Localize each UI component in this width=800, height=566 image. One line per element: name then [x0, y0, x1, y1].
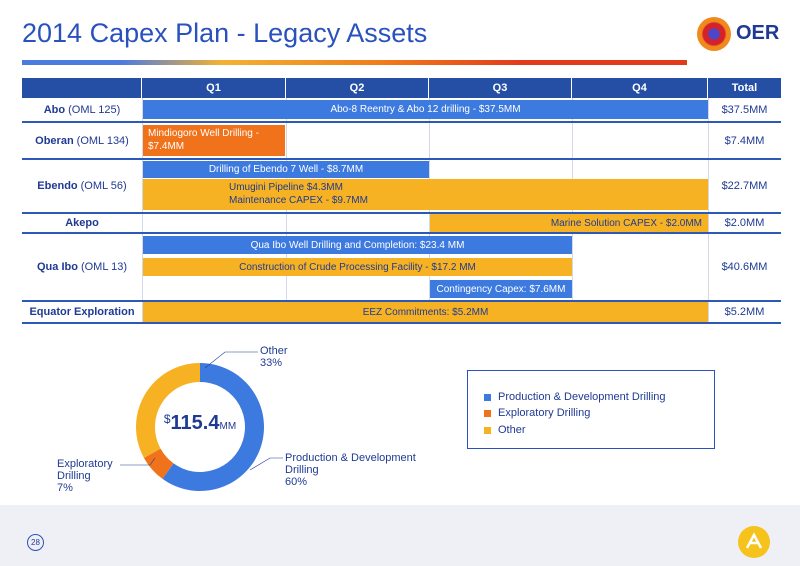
footer-logo-icon [738, 526, 770, 558]
leader-line-production [249, 457, 283, 471]
chart-legend: Production & Development Drilling Explor… [467, 370, 715, 449]
legend-item: Other [484, 424, 526, 436]
legend-item: Exploratory Drilling [484, 407, 590, 419]
legend-swatch [484, 409, 491, 417]
leader-lines [120, 351, 283, 471]
footer-logo-svg [745, 532, 763, 549]
legend-label: Production & Development Drilling [498, 391, 666, 403]
legend-swatch [484, 426, 491, 434]
leader-line-exploratory [120, 457, 156, 466]
legend-swatch [484, 393, 491, 401]
page-number: 28 [27, 534, 44, 551]
legend-label: Other [498, 424, 526, 436]
legend-label: Exploratory Drilling [498, 407, 591, 419]
legend-item: Production & Development Drilling [484, 391, 666, 403]
footer-bar [0, 505, 800, 566]
leader-line-other [204, 351, 258, 369]
